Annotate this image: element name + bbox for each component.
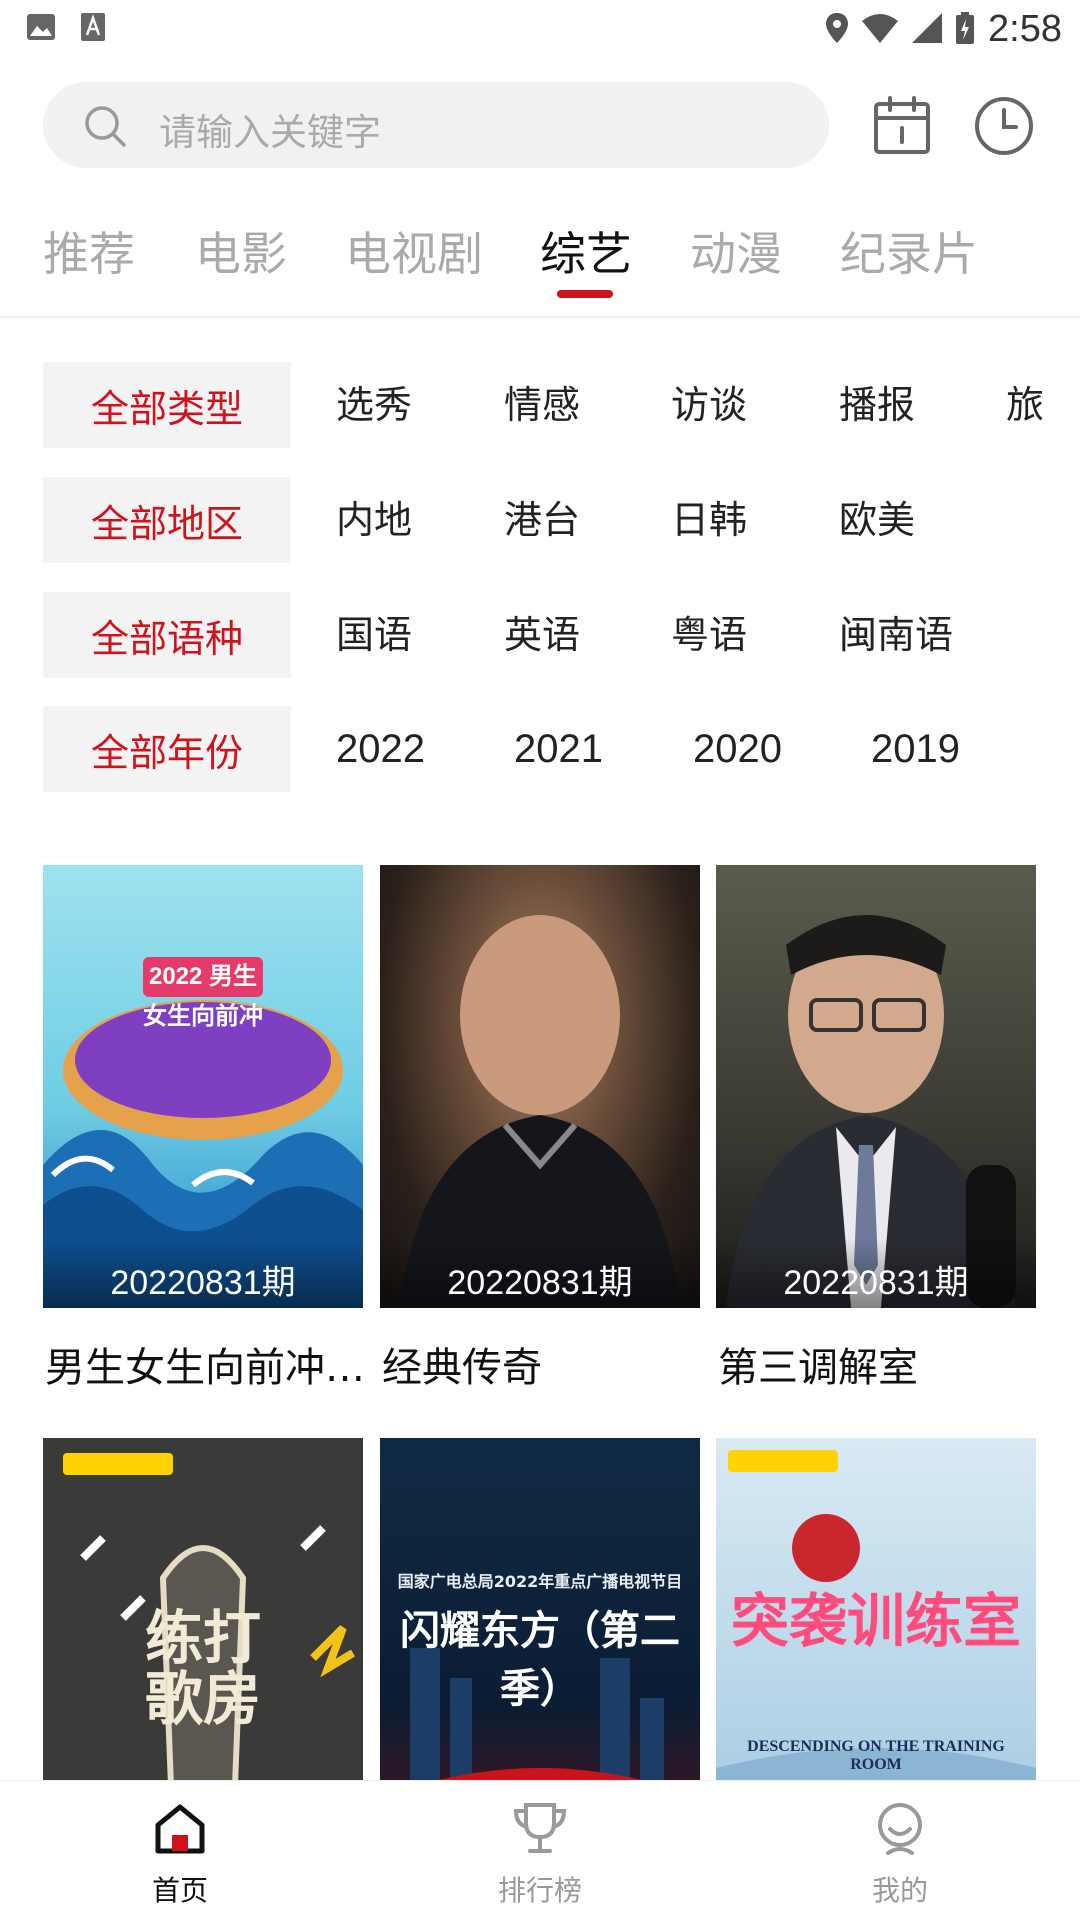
status-bar: 2:58: [0, 0, 1080, 58]
tab-recommend[interactable]: 推荐: [43, 218, 135, 284]
gallery-notification-icon: [26, 12, 56, 42]
clock-icon: [972, 97, 1036, 162]
poster-title: 突袭训练室: [730, 1587, 1021, 1655]
search-icon: [83, 104, 127, 148]
calendar-button[interactable]: [870, 94, 934, 158]
show-card[interactable]: 2022 男生女生向前冲 20220831期 男生女生向前冲 …: [43, 865, 365, 1391]
poster-subtitle: DESCENDING ON THE TRAINING ROOM: [747, 1738, 1005, 1773]
nav-home[interactable]: 首页: [100, 1799, 260, 1909]
tab-variety[interactable]: 综艺: [540, 218, 632, 284]
show-card[interactable]: 20220831期 经典传奇: [380, 865, 700, 1391]
battery-icon: [956, 11, 975, 48]
filter-option[interactable]: 粤语: [671, 592, 747, 678]
filter-all-type[interactable]: 全部类型: [43, 362, 291, 448]
filter-option[interactable]: 内地: [336, 477, 412, 563]
wifi-icon: [862, 13, 899, 47]
tab-documentary[interactable]: 纪录片: [840, 218, 978, 284]
filter-all-language[interactable]: 全部语种: [43, 592, 291, 678]
filter-option[interactable]: 欧美: [839, 477, 915, 563]
show-title: 第三调解室: [718, 1345, 918, 1391]
home-icon: [100, 1799, 260, 1859]
nav-profile[interactable]: 我的: [820, 1799, 980, 1909]
history-button[interactable]: [972, 94, 1036, 158]
nav-label: 我的: [871, 1874, 928, 1907]
poster-title: 闪耀东方（第二季）: [400, 1608, 680, 1712]
episode-label: 20220831期: [43, 1238, 363, 1308]
filter-option[interactable]: 2021: [514, 706, 603, 792]
filter-option[interactable]: 情感: [504, 362, 580, 448]
text-notification-icon: [78, 12, 108, 42]
nav-ranking[interactable]: 排行榜: [460, 1799, 620, 1909]
status-time: 2:58: [988, 8, 1062, 50]
filter-all-year[interactable]: 全部年份: [43, 706, 291, 792]
filter-option[interactable]: 2019: [871, 706, 960, 792]
episode-label: 20220831期: [716, 1238, 1036, 1308]
filter-option[interactable]: 访谈: [671, 362, 747, 448]
filter-option[interactable]: 播报: [839, 362, 915, 448]
search-placeholder: 请输入关键字: [159, 111, 381, 154]
filter-option[interactable]: 港台: [504, 477, 580, 563]
nav-label: 首页: [151, 1874, 208, 1907]
filter-option[interactable]: 选秀: [336, 362, 412, 448]
trophy-icon: [460, 1799, 620, 1859]
filter-option[interactable]: 英语: [504, 592, 580, 678]
filter-row-region: 全部地区 内地 港台 日韩 欧美: [43, 477, 1080, 563]
show-poster: 20220831期: [716, 865, 1036, 1308]
profile-icon: [820, 1799, 980, 1859]
signal-icon: [912, 12, 943, 47]
calendar-icon: [870, 96, 934, 162]
show-card[interactable]: 20220831期 第三调解室: [716, 865, 1036, 1391]
nav-label: 排行榜: [497, 1874, 582, 1907]
tab-movie[interactable]: 电影: [195, 218, 287, 284]
filter-option[interactable]: 2020: [693, 706, 782, 792]
show-poster: 20220831期: [380, 865, 700, 1308]
filter-row-language: 全部语种 国语 英语 粤语 闽南语: [43, 592, 1080, 678]
episode-label: 20220831期: [380, 1238, 700, 1308]
poster-title: 练打歌房: [144, 1604, 261, 1733]
poster-subtitle: 国家广电总局2022年重点广播电视节目: [397, 1572, 683, 1591]
show-title: 经典传奇: [382, 1345, 542, 1391]
filter-option[interactable]: 旅: [1006, 362, 1044, 448]
bottom-navigation: 首页 排行榜 我的: [0, 1780, 1080, 1920]
location-icon: [826, 12, 849, 47]
filter-option[interactable]: 闽南语: [839, 592, 953, 678]
tab-anime[interactable]: 动漫: [690, 218, 782, 284]
filter-option[interactable]: 2022: [336, 706, 425, 792]
filter-all-region[interactable]: 全部地区: [43, 477, 291, 563]
filter-option[interactable]: 日韩: [671, 477, 747, 563]
search-input[interactable]: 请输入关键字: [43, 82, 829, 168]
show-poster: 2022 男生女生向前冲 20220831期: [43, 865, 363, 1308]
category-tabs: 推荐 电影 电视剧 综艺 动漫 纪录片: [0, 210, 1080, 318]
filter-row-year: 全部年份 2022 2021 2020 2019: [43, 706, 1080, 792]
show-title: 男生女生向前冲 …: [45, 1345, 365, 1391]
active-tab-indicator: [557, 290, 613, 298]
filter-option[interactable]: 国语: [336, 592, 412, 678]
tab-tv-series[interactable]: 电视剧: [345, 218, 483, 284]
filter-row-type: 全部类型 选秀 情感 访谈 播报 旅: [43, 362, 1080, 448]
poster-year: 2022 男生女生向前冲: [143, 963, 263, 1030]
